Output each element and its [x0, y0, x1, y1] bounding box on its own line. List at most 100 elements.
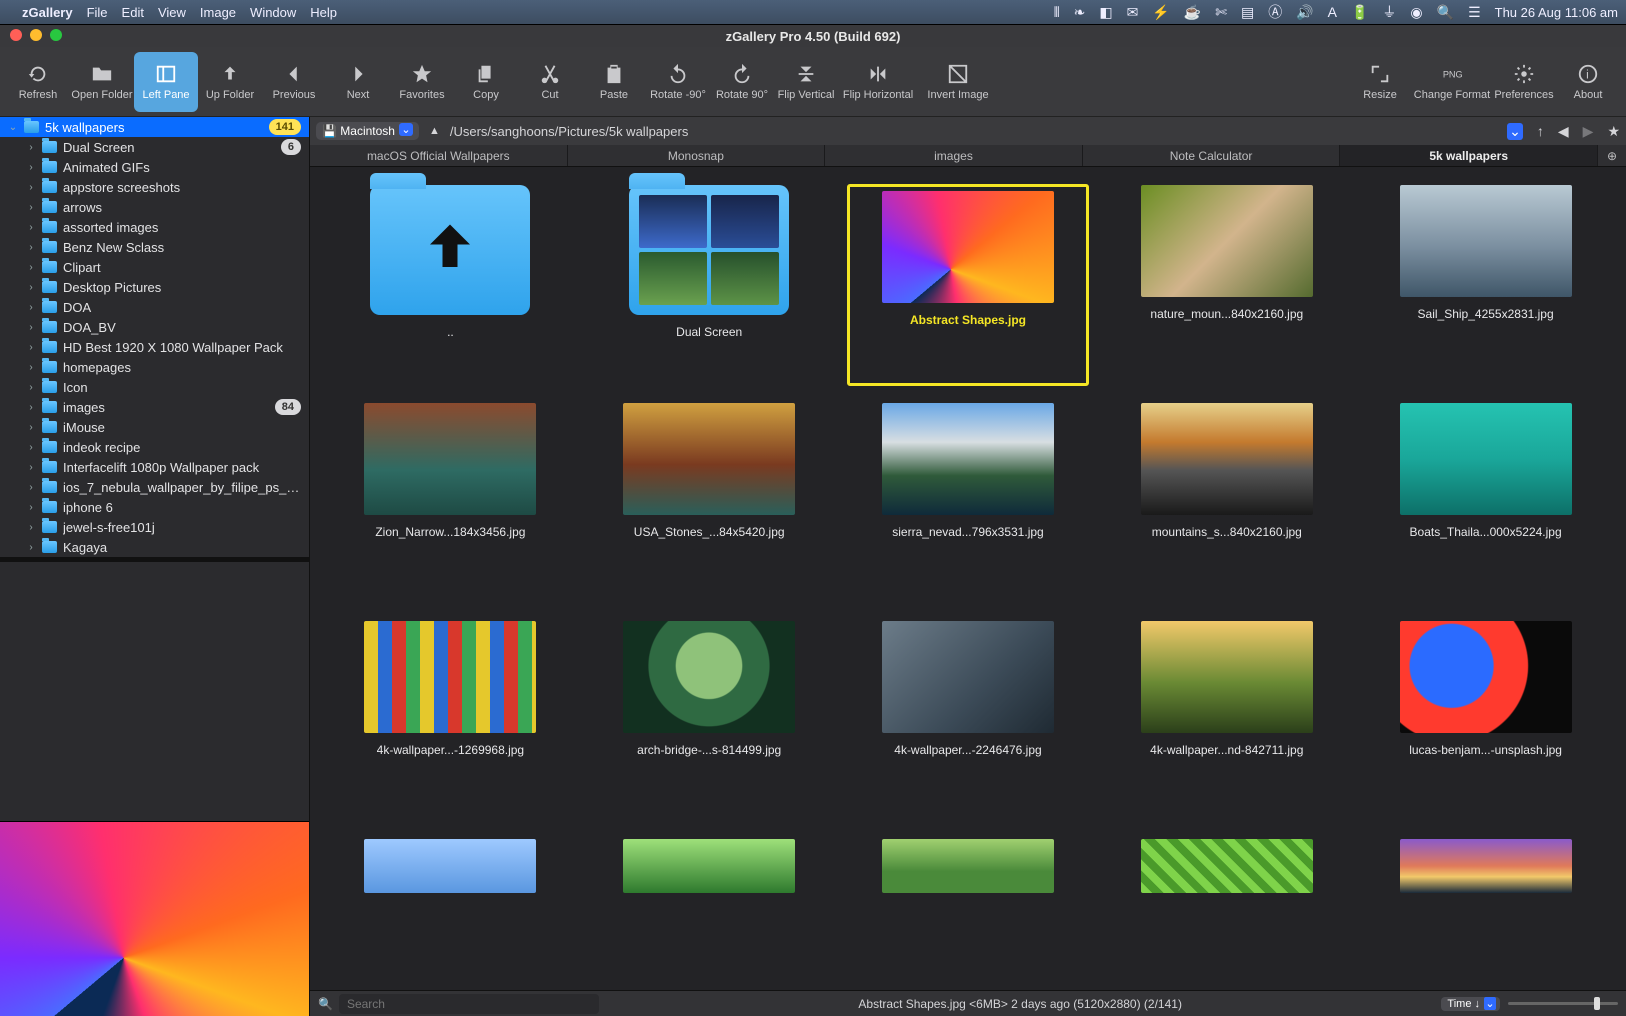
current-path[interactable]: /Users/sanghoons/Pictures/5k wallpapers	[450, 124, 688, 139]
disclosure-icon[interactable]: ›	[26, 542, 36, 553]
tray-icon-3[interactable]: ⚡	[1152, 4, 1169, 21]
disclosure-icon[interactable]: ›	[26, 482, 36, 493]
tree-row[interactable]: ›Clipart	[0, 257, 309, 277]
grid-folder[interactable]: Dual Screen	[589, 185, 830, 385]
tree-row[interactable]: ›ios_7_nebula_wallpaper_by_filipe_ps_d..…	[0, 477, 309, 497]
toolbar-preferences-button[interactable]: Preferences	[1492, 52, 1556, 112]
disclosure-icon[interactable]: ›	[26, 282, 36, 293]
tray-icon-6[interactable]: ▤	[1241, 4, 1254, 21]
menu-file[interactable]: File	[87, 5, 108, 20]
grid-image[interactable]: 4k-wallpaper...-2246476.jpg	[848, 621, 1089, 821]
nav-forward-icon[interactable]: ▶	[1583, 123, 1594, 140]
grid-image[interactable]: USA_Stones_...84x5420.jpg	[589, 403, 830, 603]
disclosure-icon[interactable]: ›	[26, 182, 36, 193]
favorite-star-icon[interactable]: ★	[1607, 123, 1620, 140]
toolbar-open-folder-button[interactable]: Open Folder	[70, 52, 134, 112]
toolbar-refresh-button[interactable]: Refresh	[6, 52, 70, 112]
disclosure-icon[interactable]: ›	[26, 262, 36, 273]
disclosure-icon[interactable]: ›	[26, 202, 36, 213]
tree-row[interactable]: ›appstore screeshots	[0, 177, 309, 197]
menu-image[interactable]: Image	[200, 5, 236, 20]
dropbox-icon[interactable]: ⫴	[1054, 4, 1060, 21]
toolbar-rotate-90-button[interactable]: Rotate 90°	[710, 52, 774, 112]
disclosure-icon[interactable]: ›	[26, 162, 36, 173]
tray-icon-5[interactable]: ✄	[1215, 4, 1227, 21]
control-center-icon[interactable]: ☰	[1468, 4, 1481, 21]
tray-icon-1[interactable]: ◧	[1099, 4, 1112, 21]
menu-edit[interactable]: Edit	[122, 5, 144, 20]
toolbar-up-folder-button[interactable]: Up Folder	[198, 52, 262, 112]
minimize-window-button[interactable]	[30, 29, 42, 41]
drive-selector[interactable]: 💾 Macintosh	[316, 122, 419, 140]
add-tab-button[interactable]: ⊕	[1598, 145, 1626, 166]
toolbar-cut-button[interactable]: Cut	[518, 52, 582, 112]
battery-icon[interactable]: 🔋	[1351, 4, 1368, 21]
spotlight-icon[interactable]: 🔍	[1437, 4, 1454, 21]
folder-tab[interactable]: 5k wallpapers	[1340, 145, 1598, 166]
tree-row[interactable]: ›homepages	[0, 357, 309, 377]
grid-image[interactable]	[848, 839, 1089, 929]
toolbar-rotate-neg90-button[interactable]: Rotate -90°	[646, 52, 710, 112]
toolbar-left-pane-button[interactable]: Left Pane	[134, 52, 198, 112]
disclosure-icon[interactable]: ›	[26, 322, 36, 333]
folder-tab[interactable]: macOS Official Wallpapers	[310, 145, 568, 166]
disclosure-icon[interactable]: ›	[26, 462, 36, 473]
tree-row[interactable]: ›iphone 6	[0, 497, 309, 517]
nav-up-icon[interactable]: ↑	[1537, 123, 1544, 140]
toolbar-invert-image-button[interactable]: Invert Image	[918, 52, 998, 112]
tree-row[interactable]: ›images84	[0, 397, 309, 417]
toolbar-resize-button[interactable]: Resize	[1348, 52, 1412, 112]
toolbar-favorites-button[interactable]: Favorites	[390, 52, 454, 112]
menu-help[interactable]: Help	[310, 5, 337, 20]
folder-tree[interactable]: ⌄5k wallpapers141›Dual Screen6›Animated …	[0, 117, 309, 557]
grid-image[interactable]	[1365, 839, 1606, 929]
grid-image[interactable]: mountains_s...840x2160.jpg	[1106, 403, 1347, 603]
grid-image[interactable]: arch-bridge-...s-814499.jpg	[589, 621, 830, 821]
disclosure-icon[interactable]: ›	[26, 422, 36, 433]
disclosure-icon[interactable]: ›	[26, 342, 36, 353]
grid-image[interactable]: sierra_nevad...796x3531.jpg	[848, 403, 1089, 603]
folder-tab[interactable]: Note Calculator	[1083, 145, 1341, 166]
toolbar-next-button[interactable]: Next	[326, 52, 390, 112]
tree-row[interactable]: ›assorted images	[0, 217, 309, 237]
disclosure-icon[interactable]: ›	[26, 502, 36, 513]
path-up-icon[interactable]: ▲	[429, 125, 440, 137]
wifi-icon[interactable]: ⏚	[1382, 2, 1396, 22]
tree-row[interactable]: ›DOA	[0, 297, 309, 317]
path-dropdown-icon[interactable]: ⌄	[1507, 123, 1523, 140]
disclosure-icon[interactable]: ›	[26, 142, 36, 153]
grid-image[interactable]: 4k-wallpaper...nd-842711.jpg	[1106, 621, 1347, 821]
disclosure-icon[interactable]: ›	[26, 522, 36, 533]
folder-tab[interactable]: Monosnap	[568, 145, 826, 166]
evernote-icon[interactable]: ❧	[1074, 4, 1086, 21]
tray-icon-4[interactable]: ☕	[1184, 4, 1201, 21]
tree-row[interactable]: ›HD Best 1920 X 1080 Wallpaper Pack	[0, 337, 309, 357]
grid-image[interactable]: Zion_Narrow...184x3456.jpg	[330, 403, 571, 603]
toolbar-previous-button[interactable]: Previous	[262, 52, 326, 112]
nav-back-icon[interactable]: ◀	[1558, 123, 1569, 140]
tree-row[interactable]: ›Interfacelift 1080p Wallpaper pack	[0, 457, 309, 477]
thumbnail-grid[interactable]: ..Dual ScreenAbstract Shapes.jpgnature_m…	[310, 167, 1626, 990]
close-window-button[interactable]	[10, 29, 22, 41]
tree-row[interactable]: ›Animated GIFs	[0, 157, 309, 177]
input-icon[interactable]: A	[1328, 4, 1337, 20]
toolbar-paste-button[interactable]: Paste	[582, 52, 646, 112]
toolbar-flip-vertical-button[interactable]: Flip Vertical	[774, 52, 838, 112]
menu-view[interactable]: View	[158, 5, 186, 20]
disclosure-icon[interactable]: ›	[26, 402, 36, 413]
sort-selector[interactable]: Time ↓	[1441, 997, 1500, 1011]
tree-row[interactable]: ⌄5k wallpapers141	[0, 117, 309, 137]
disclosure-icon[interactable]: ›	[26, 222, 36, 233]
grid-image[interactable]: lucas-benjam...-unsplash.jpg	[1365, 621, 1606, 821]
disclosure-icon[interactable]: ›	[26, 302, 36, 313]
grid-image[interactable]	[330, 839, 571, 929]
tree-row[interactable]: ›arrows	[0, 197, 309, 217]
zoom-window-button[interactable]	[50, 29, 62, 41]
grid-image[interactable]	[1106, 839, 1347, 929]
tree-row[interactable]: ›Dual Screen6	[0, 137, 309, 157]
toolbar-copy-button[interactable]: Copy	[454, 52, 518, 112]
search-input[interactable]	[339, 994, 599, 1014]
grid-image[interactable]	[589, 839, 830, 929]
user-icon[interactable]: ◉	[1410, 4, 1422, 21]
toolbar-about-button[interactable]: iAbout	[1556, 52, 1620, 112]
